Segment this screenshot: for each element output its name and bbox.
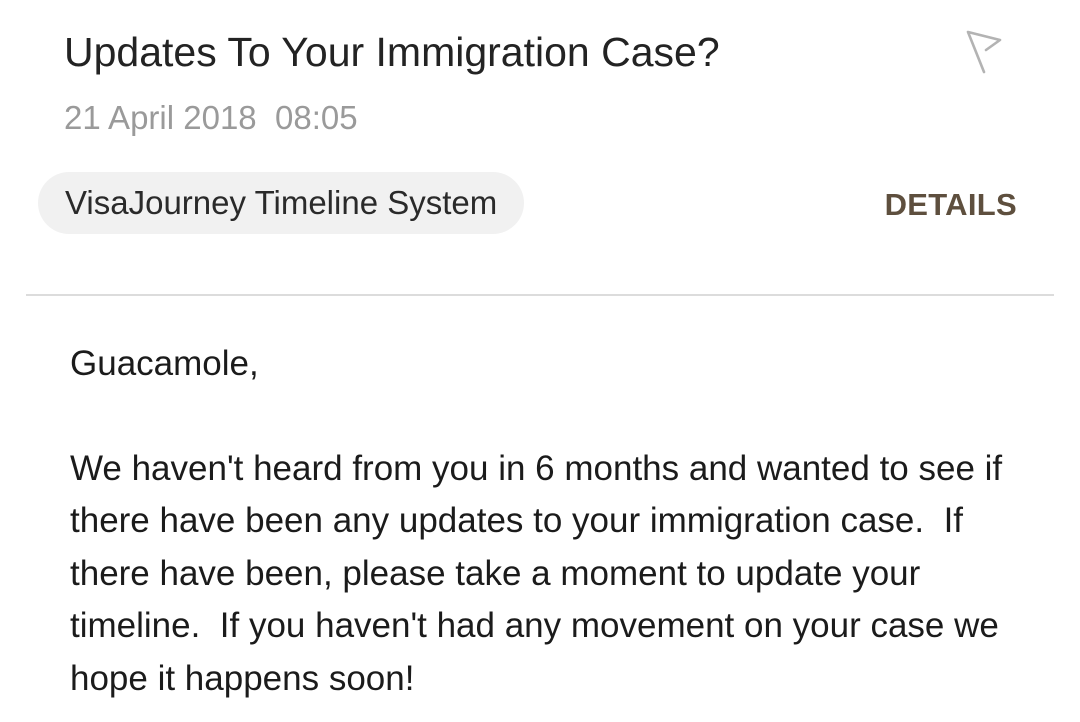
flag-outline-icon — [966, 30, 1002, 74]
header-divider — [26, 294, 1054, 296]
email-body-paragraph: We haven't heard from you in 6 months an… — [70, 448, 1012, 698]
email-subject: Updates To Your Immigration Case? — [64, 29, 720, 75]
flag-button[interactable] — [958, 24, 1012, 78]
email-body: Guacamole, We haven't heard from you in … — [70, 338, 1030, 705]
sender-chip[interactable]: VisaJourney Timeline System — [38, 172, 525, 234]
email-timestamp: 21 April 2018 08:05 — [64, 99, 358, 136]
email-greeting: Guacamole, — [70, 344, 259, 383]
details-button[interactable]: DETAILS — [885, 184, 1017, 226]
